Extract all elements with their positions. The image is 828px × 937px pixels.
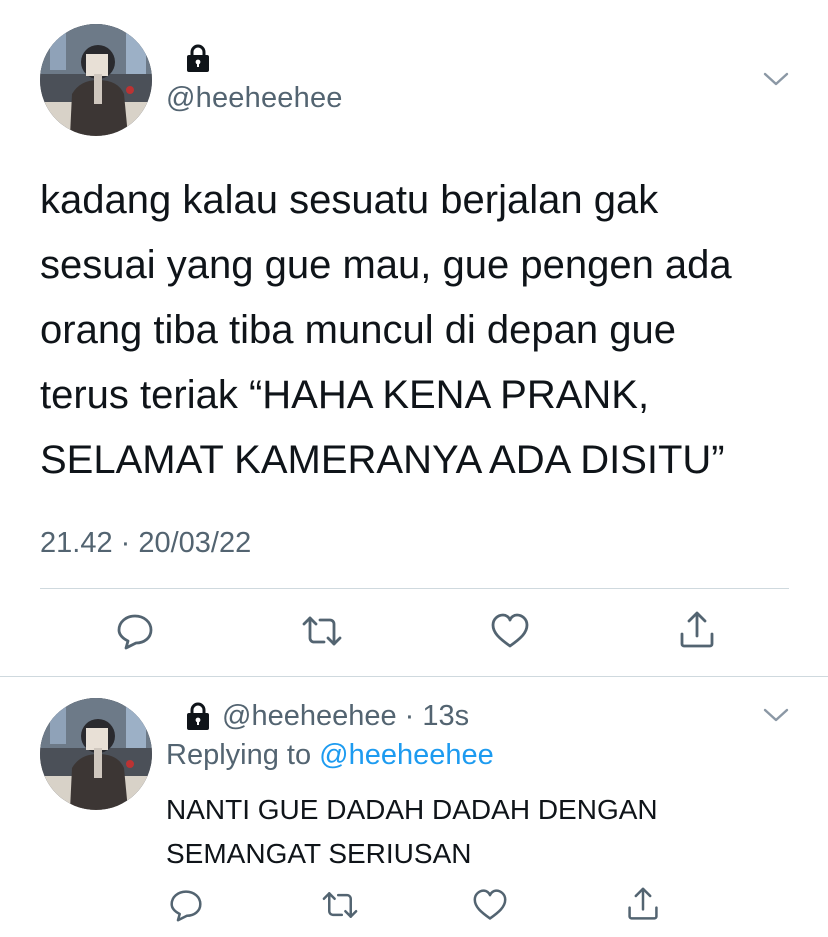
reply-author-handle[interactable]: @heeheehee · 13s (222, 700, 469, 733)
tweet-text-line: SELAMAT KAMERANYA ADA DISITU” (40, 438, 725, 482)
heart-icon[interactable] (490, 612, 530, 650)
chevron-down-icon[interactable] (762, 706, 790, 724)
chevron-down-icon[interactable] (762, 70, 790, 88)
share-icon[interactable] (678, 610, 716, 650)
reply-text: NANTI GUE DADAH DADAH DENGAN SEMANGAT SE… (166, 788, 786, 876)
tweet-text-line: orang tiba tiba muncul di depan gue (40, 308, 677, 352)
heart-icon[interactable] (472, 888, 508, 922)
tweet-timestamp[interactable]: 21.42 · 20/03/22 (40, 527, 251, 560)
tweet-text-line: sesuai yang gue mau, gue pengen ada (40, 243, 732, 287)
author-handle[interactable]: @heeheehee (166, 82, 343, 115)
replying-to: Replying to @heeheehee (166, 739, 494, 772)
tweet-text-line: kadang kalau sesuatu berjalan gak (40, 178, 659, 222)
divider (0, 676, 828, 677)
reply-icon[interactable] (168, 888, 204, 922)
tweet-text: kadang kalau sesuatu berjalan gak sesuai… (40, 168, 810, 493)
lock-icon (184, 43, 212, 73)
mention-link[interactable]: @heeheehee (319, 739, 494, 771)
lock-icon (184, 701, 212, 731)
reply-icon[interactable] (116, 612, 154, 650)
divider (40, 588, 789, 589)
replying-to-label: Replying to (166, 739, 320, 771)
profile-avatar[interactable] (40, 698, 152, 810)
reply-text-line: SEMANGAT SERIUSAN (166, 838, 472, 869)
retweet-icon[interactable] (300, 612, 344, 650)
tweet-text-line: terus teriak “HAHA KENA PRANK, (40, 373, 650, 417)
retweet-icon[interactable] (320, 888, 360, 922)
profile-avatar[interactable] (40, 24, 152, 136)
share-icon[interactable] (626, 886, 660, 922)
reply-text-line: NANTI GUE DADAH DADAH DENGAN (166, 794, 658, 825)
